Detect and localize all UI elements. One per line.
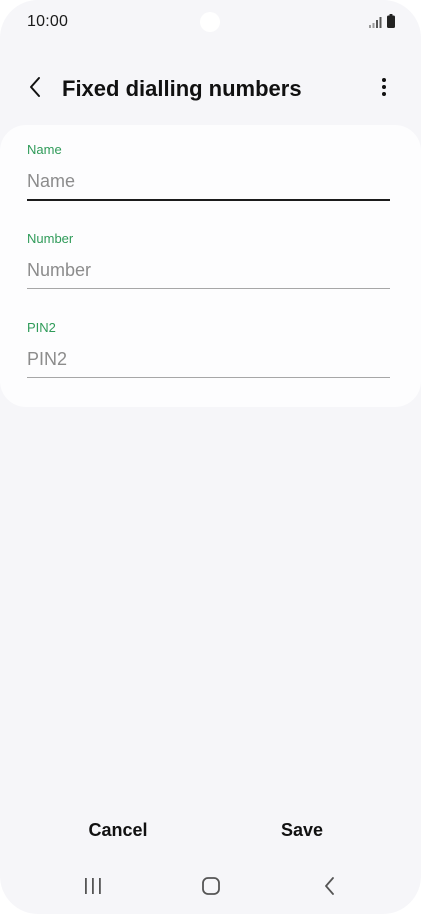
more-options-button[interactable] bbox=[369, 72, 399, 106]
name-input[interactable] bbox=[27, 164, 390, 198]
number-field-underline bbox=[27, 288, 390, 289]
home-icon bbox=[201, 876, 221, 901]
page-title: Fixed dialling numbers bbox=[62, 76, 302, 101]
back-button[interactable] bbox=[18, 72, 52, 106]
signal-icon bbox=[369, 17, 382, 28]
name-field-label: Name bbox=[27, 142, 62, 157]
nav-back-button[interactable] bbox=[309, 874, 349, 902]
phone-screen: 10:00 Fixed dialling numbers Name Name N… bbox=[0, 0, 421, 914]
recents-icon bbox=[83, 877, 103, 900]
status-icons bbox=[369, 14, 395, 28]
back-icon bbox=[323, 876, 335, 901]
status-bar: 10:00 bbox=[0, 0, 421, 46]
chevron-left-icon bbox=[28, 76, 42, 103]
home-button[interactable] bbox=[191, 874, 231, 902]
cancel-button[interactable]: Cancel bbox=[58, 820, 178, 841]
navigation-bar bbox=[0, 868, 421, 908]
name-field-underline bbox=[27, 199, 390, 201]
action-bar: Cancel Save bbox=[0, 810, 421, 854]
more-vertical-icon bbox=[381, 77, 387, 102]
number-field-label: Number bbox=[27, 231, 74, 246]
recents-button[interactable] bbox=[73, 874, 113, 902]
pin2-field-underline bbox=[27, 377, 390, 378]
status-time: 10:00 bbox=[27, 13, 69, 30]
number-input[interactable] bbox=[27, 253, 390, 287]
pin2-input[interactable] bbox=[27, 342, 390, 376]
form-card: Name Number PIN2 bbox=[0, 125, 421, 407]
app-header: Fixed dialling numbers bbox=[0, 66, 421, 112]
pin2-field-label: PIN2 bbox=[27, 320, 56, 335]
camera-cutout bbox=[200, 12, 220, 32]
battery-icon bbox=[387, 14, 395, 28]
save-button[interactable]: Save bbox=[242, 820, 362, 841]
